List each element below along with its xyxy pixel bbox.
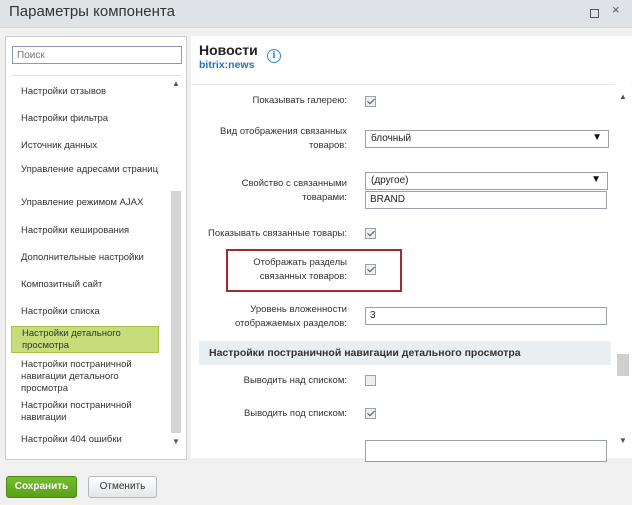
- related-view-select[interactable]: блочный ▼: [365, 130, 609, 148]
- sidebar-item-ajax-mode[interactable]: Управление режимом AJAX: [11, 197, 159, 209]
- related-property-select[interactable]: (другое) ▼: [365, 172, 608, 190]
- show-related-sections-checkbox[interactable]: [365, 264, 376, 275]
- maximize-icon[interactable]: [590, 9, 599, 18]
- sidebar-item-detail-pagination[interactable]: Настройки постраничной навигации детальн…: [11, 359, 159, 395]
- divider: [191, 84, 632, 85]
- footer: Сохранить Отменить: [0, 466, 632, 505]
- show-related-sections-label: Отображать разделы связанных товаров:: [253, 257, 347, 282]
- sidebar-item-composite[interactable]: Композитный сайт: [11, 279, 159, 291]
- sidebar-item-pagination[interactable]: Настройки постраничной навигации: [11, 400, 159, 424]
- sidebar-item-additional[interactable]: Дополнительные настройки: [11, 252, 159, 264]
- info-icon[interactable]: i: [267, 49, 281, 63]
- sidebar: Настройки отзывов Настройки фильтра Исто…: [5, 36, 187, 460]
- show-gallery-label: Показывать галерею:: [252, 95, 348, 106]
- show-related-checkbox[interactable]: [365, 228, 376, 239]
- sidebar-item-data-source[interactable]: Источник данных: [11, 140, 159, 152]
- section-depth-input[interactable]: 3: [365, 307, 607, 325]
- scrollbar-thumb[interactable]: [171, 191, 181, 433]
- next-field-input[interactable]: [365, 440, 607, 462]
- show-above-list-label: Выводить над списком:: [243, 375, 347, 386]
- show-below-list-checkbox[interactable]: [365, 408, 376, 419]
- dropdown-arrow-icon: ▼: [591, 174, 601, 185]
- settings-panel: Новости i bitrix:news Показывать галерею…: [191, 36, 632, 462]
- sidebar-item-404[interactable]: Настройки 404 ошибки: [11, 434, 159, 446]
- related-view-value: блочный: [371, 133, 412, 144]
- sidebar-item-caching[interactable]: Настройки кеширования: [11, 225, 159, 237]
- divider: [12, 75, 182, 76]
- scroll-up-icon[interactable]: ▲: [172, 79, 180, 88]
- cancel-button[interactable]: Отменить: [88, 476, 157, 498]
- sidebar-scrollbar[interactable]: ▲ ▼: [169, 79, 183, 451]
- related-view-label: Вид отображения связанных товаров:: [220, 126, 347, 151]
- search-input[interactable]: [12, 46, 182, 64]
- sidebar-item-detail-view[interactable]: Настройки детального просмотра: [11, 326, 159, 353]
- related-property-value: (другое): [371, 175, 409, 186]
- close-icon[interactable]: ×: [612, 3, 620, 16]
- component-name: Новости: [199, 42, 258, 58]
- related-property-input[interactable]: BRAND: [365, 191, 607, 209]
- section-depth-label: Уровень вложенности отображаемых раздело…: [234, 304, 347, 329]
- sidebar-item-reviews[interactable]: Настройки отзывов: [11, 86, 159, 98]
- scrollbar-thumb[interactable]: [617, 354, 629, 376]
- save-button[interactable]: Сохранить: [6, 476, 77, 498]
- component-code: bitrix:news: [199, 59, 255, 71]
- show-below-list-label: Выводить под списком:: [243, 408, 347, 419]
- scroll-up-icon[interactable]: ▲: [619, 92, 627, 101]
- sidebar-item-page-addresses[interactable]: Управление адресами страниц: [11, 164, 159, 176]
- content-scrollbar[interactable]: ▲ ▼: [615, 84, 631, 456]
- scroll-down-icon[interactable]: ▼: [172, 437, 180, 446]
- show-gallery-checkbox[interactable]: [365, 96, 376, 107]
- show-above-list-checkbox[interactable]: [365, 375, 376, 386]
- sidebar-item-filter[interactable]: Настройки фильтра: [11, 113, 159, 125]
- related-property-label: Свойство с связанными товарами:: [241, 178, 347, 203]
- sidebar-item-list[interactable]: Настройки списка: [11, 306, 159, 318]
- scroll-down-icon[interactable]: ▼: [619, 436, 627, 445]
- window-title: Параметры компонента: [9, 3, 175, 20]
- section-title: Настройки постраничной навигации детальн…: [199, 341, 611, 365]
- show-related-label: Показывать связанные товары:: [207, 228, 347, 239]
- dropdown-arrow-icon: ▼: [592, 132, 602, 143]
- window-titlebar: Параметры компонента ×: [0, 0, 632, 28]
